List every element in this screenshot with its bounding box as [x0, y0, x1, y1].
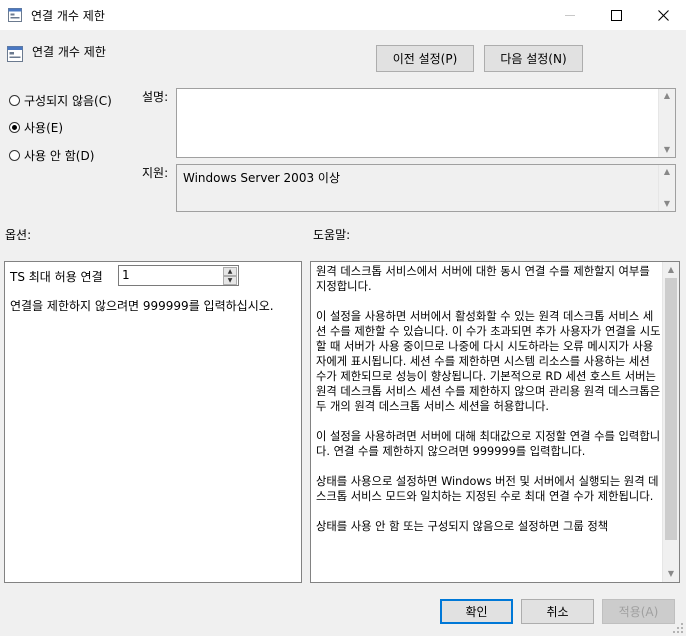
- help-paragraph: 원격 데스크톱 서비스에서 서버에 대한 동시 연결 수를 제한할지 여부를 지…: [316, 265, 654, 293]
- radio-circle-selected[interactable]: [9, 122, 20, 133]
- scroll-down-icon[interactable]: ▼: [659, 144, 675, 156]
- radio-circle[interactable]: [9, 95, 20, 106]
- radio-circle[interactable]: [9, 150, 20, 161]
- scroll-up-icon[interactable]: ▲: [659, 90, 675, 102]
- scroll-up-icon[interactable]: ▲: [663, 264, 679, 276]
- scroll-down-icon[interactable]: ▼: [663, 568, 679, 580]
- supported-scrollbar[interactable]: ▲ ▼: [658, 165, 675, 211]
- resize-grip-icon[interactable]: [672, 622, 684, 634]
- policy-setting-icon: [8, 8, 22, 22]
- cancel-button[interactable]: 취소: [521, 599, 594, 624]
- comment-textarea[interactable]: ▲ ▼: [176, 88, 676, 158]
- radio-disabled[interactable]: 사용 안 함(D): [9, 147, 94, 164]
- radio-not-configured[interactable]: 구성되지 않음(C): [9, 92, 112, 109]
- spin-up-icon[interactable]: ▲: [223, 267, 237, 276]
- supported-field: Windows Server 2003 이상 ▲ ▼: [176, 164, 676, 212]
- supported-value: Windows Server 2003 이상: [183, 171, 340, 185]
- supported-label: 지원:: [142, 166, 169, 180]
- help-scrollbar[interactable]: ▲ ▼: [662, 262, 679, 582]
- ts-max-connections-value: 1: [122, 268, 130, 282]
- scroll-down-icon[interactable]: ▼: [659, 198, 675, 210]
- minimize-icon: [564, 14, 575, 16]
- ts-max-connections-label: TS 최대 허용 연결: [10, 270, 103, 284]
- spin-down-icon[interactable]: ▼: [223, 276, 237, 285]
- options-hint: 연결을 제한하지 않으려면 999999를 입력하십시오.: [10, 299, 274, 313]
- help-section-label: 도움말:: [313, 228, 351, 242]
- next-setting-button[interactable]: 다음 설정(N): [484, 45, 583, 72]
- ok-button[interactable]: 확인: [440, 599, 513, 624]
- close-button[interactable]: [640, 0, 686, 30]
- close-icon: [657, 9, 669, 21]
- comment-scrollbar[interactable]: ▲ ▼: [658, 89, 675, 157]
- policy-setting-icon: [7, 46, 23, 62]
- radio-dot: [12, 125, 17, 130]
- help-paragraph: 상태를 사용으로 설정하면 Windows 버전 및 서버에서 실행되는 원격 …: [316, 475, 659, 503]
- help-text: 원격 데스크톱 서비스에서 서버에 대한 동시 연결 수를 제한할지 여부를 지…: [316, 264, 662, 580]
- ts-max-connections-spinner[interactable]: 1 ▲ ▼: [118, 265, 239, 286]
- comment-value: [177, 89, 675, 95]
- radio-label-enabled: 사용(E): [24, 121, 64, 135]
- scroll-up-icon[interactable]: ▲: [659, 166, 675, 178]
- options-section-label: 옵션:: [5, 228, 32, 242]
- comment-label: 설명:: [142, 90, 169, 104]
- previous-setting-button[interactable]: 이전 설정(P): [376, 45, 474, 72]
- setting-name: 연결 개수 제한: [32, 45, 106, 59]
- radio-enabled[interactable]: 사용(E): [9, 119, 63, 136]
- scrollbar-thumb[interactable]: [665, 278, 677, 540]
- window-title: 연결 개수 제한: [31, 9, 105, 23]
- maximize-button[interactable]: [593, 0, 639, 30]
- minimize-button[interactable]: [547, 0, 593, 30]
- help-paragraph: 이 설정을 사용하면 서버에서 활성화할 수 있는 원격 데스크톱 서비스 세션…: [316, 310, 661, 413]
- radio-label-disabled: 사용 안 함(D): [24, 149, 95, 163]
- maximize-icon: [610, 9, 622, 21]
- apply-button[interactable]: 적용(A): [602, 599, 675, 624]
- help-paragraph: 이 설정을 사용하려면 서버에 대해 최대값으로 지정할 연결 수를 입력합니다…: [316, 430, 661, 458]
- help-paragraph: 상태를 사용 안 함 또는 구성되지 않음으로 설정하면 그룹 정책: [316, 520, 609, 533]
- radio-label-not-configured: 구성되지 않음(C): [24, 94, 112, 108]
